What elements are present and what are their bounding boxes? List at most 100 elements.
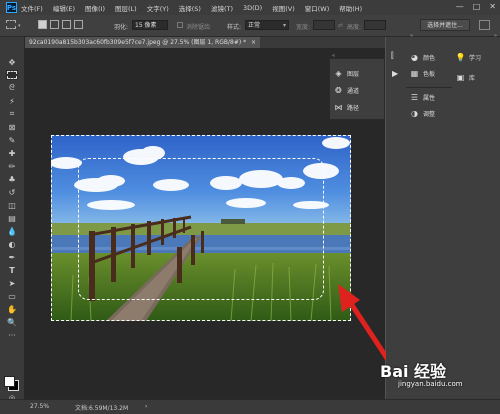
feathered-selection[interactable] [78, 158, 324, 300]
panel-dock-learn: » 💡 学习 ▣ 库 [452, 33, 500, 399]
lasso-tool-icon[interactable]: ᘓ [6, 83, 18, 93]
chevron-down-icon: ▾ [282, 22, 286, 29]
menu-type[interactable]: 文字(Y) [147, 3, 169, 13]
height-input[interactable] [364, 20, 386, 30]
swap-icon[interactable]: ⇄ [338, 22, 343, 29]
menu-select[interactable]: 选择(S) [179, 3, 201, 13]
path-selection-icon[interactable]: ➤ [6, 278, 18, 288]
status-menu-arrow[interactable]: › [145, 403, 147, 410]
zoom-tool-icon[interactable]: 🔍 [6, 317, 18, 327]
panel-layers-label: 图层 [347, 71, 360, 78]
watermark-url: jingyan.baidu.com [398, 380, 463, 388]
panel-libraries[interactable]: ▣ 库 [456, 73, 475, 82]
feather-label: 羽化: [114, 24, 129, 31]
document-title: 92ca0190a815b303ac60fb309e5f7ce7.jpeg @ … [29, 39, 247, 46]
crop-tool-icon[interactable]: ⌗ [6, 109, 18, 119]
baidu-logo: Bai 经验 [380, 362, 447, 381]
divider [406, 87, 452, 88]
gradient-tool-icon[interactable]: ▤ [6, 213, 18, 223]
foreground-color-swatch[interactable] [4, 376, 15, 387]
toolbox: ✥ ᘓ ⚡ ⌗ ⊠ ✎ ✚ ✏ ♣ ↺ ◫ ▤ 💧 ◐ ✒ T ➤ ▭ ✋ 🔍 … [0, 37, 25, 402]
panel-color[interactable]: ◕ 颜色 [410, 53, 435, 62]
more-tools-icon[interactable]: ··· [6, 330, 18, 340]
panel-learn-label: 学习 [469, 55, 482, 62]
color-icon: ◕ [411, 53, 418, 62]
clone-stamp-icon[interactable]: ♣ [6, 174, 18, 184]
menu-view[interactable]: 视图(V) [272, 3, 295, 13]
height-label: 高度: [347, 24, 362, 31]
eyedropper-icon[interactable]: ✎ [6, 135, 18, 145]
magic-wand-icon[interactable]: ⚡ [6, 96, 18, 106]
history-brush-icon[interactable]: ↺ [6, 187, 18, 197]
play-actions-icon[interactable]: ▶ [392, 69, 398, 78]
select-and-mask-button[interactable]: 选择并遮住... [420, 19, 470, 31]
zoom-level[interactable]: 27.5% [30, 403, 49, 410]
eraser-icon[interactable]: ◫ [6, 200, 18, 210]
document-tab[interactable]: 92ca0190a815b303ac60fb309e5f7ce7.jpeg @ … [25, 37, 261, 48]
maximize-button[interactable]: □ [473, 2, 481, 11]
document-size: 文档:6.59M/13.2M [75, 405, 129, 412]
panel-channels[interactable]: ❂ 通道 [334, 86, 359, 95]
subtract-selection-icon[interactable] [62, 20, 71, 29]
collapse-icon[interactable]: « [332, 53, 335, 59]
menu-filter[interactable]: 滤镜(T) [211, 3, 233, 13]
panel-swatches[interactable]: ▦ 色板 [410, 69, 435, 78]
healing-brush-icon[interactable]: ✚ [6, 148, 18, 158]
panel-adjustments-label: 调整 [423, 111, 436, 118]
marquee-preset-icon[interactable] [6, 20, 16, 29]
rectangle-tool-icon[interactable]: ▭ [6, 291, 18, 301]
menu-file[interactable]: 文件(F) [21, 3, 43, 13]
learn-icon: 💡 [455, 53, 466, 62]
hand-tool-icon[interactable]: ✋ [6, 304, 18, 314]
paths-icon: ⋈ [334, 103, 343, 112]
width-input[interactable] [313, 20, 335, 30]
panel-layers[interactable]: ◈ 图层 [334, 69, 359, 78]
move-tool-icon[interactable]: ✥ [6, 57, 18, 67]
style-select[interactable]: 正常 ▾ [245, 20, 289, 30]
feather-input[interactable]: 15 像素 [132, 20, 168, 30]
panel-channels-label: 通道 [347, 88, 360, 95]
close-button[interactable]: ✕ [489, 2, 496, 11]
minimize-button[interactable]: — [456, 2, 464, 11]
collapse-icon[interactable]: » [494, 33, 497, 39]
collapse-icon[interactable]: « [410, 33, 413, 39]
menu-image[interactable]: 图像(I) [85, 3, 105, 13]
dodge-tool-icon[interactable]: ◐ [6, 239, 18, 249]
panel-libraries-label: 库 [469, 75, 476, 82]
panel-learn[interactable]: 💡 学习 [455, 53, 482, 62]
menu-edit[interactable]: 编辑(E) [53, 3, 75, 13]
panel-color-label: 颜色 [423, 55, 436, 62]
panel-paths[interactable]: ⋈ 路径 [334, 103, 360, 112]
adjustments-icon: ◑ [411, 109, 418, 118]
panel-adjustments[interactable]: ◑ 调整 [410, 109, 435, 118]
marquee-tool-icon[interactable] [6, 70, 18, 80]
frame-tool-icon[interactable]: ⊠ [6, 122, 18, 132]
panel-dock-color: « ◕ 颜色 ▦ 色板 ☰ 属性 ◑ 调整 [406, 33, 453, 399]
intersect-selection-icon[interactable] [74, 20, 83, 29]
antialias-label: 消除锯齿 [186, 24, 211, 31]
brush-tool-icon[interactable]: ✏ [6, 161, 18, 171]
chevron-down-icon[interactable]: ▾ [18, 23, 21, 29]
style-value: 正常 [248, 22, 261, 29]
close-tab-icon[interactable]: × [251, 39, 256, 46]
menu-3d[interactable]: 3D(D) [243, 4, 262, 12]
panel-properties[interactable]: ☰ 属性 [410, 93, 435, 102]
blur-tool-icon[interactable]: 💧 [6, 226, 18, 236]
history-icon[interactable]: ⫿ [391, 51, 394, 61]
photoshop-logo: Ps [6, 2, 17, 13]
new-selection-icon[interactable] [38, 20, 47, 29]
style-label: 样式: [227, 24, 242, 31]
antialias-checkbox[interactable] [177, 22, 183, 28]
menu-layer[interactable]: 图层(L) [115, 3, 137, 13]
panel-properties-label: 属性 [423, 95, 436, 102]
menu-window[interactable]: 窗口(W) [305, 3, 330, 13]
properties-icon: ☰ [410, 93, 419, 102]
pen-tool-icon[interactable]: ✒ [6, 252, 18, 262]
menu-help[interactable]: 帮助(H) [339, 3, 362, 13]
add-selection-icon[interactable] [50, 20, 59, 29]
channels-icon: ❂ [335, 86, 342, 95]
workspace-icon[interactable] [479, 20, 490, 30]
watermark: Bai 经验 jingyan.baidu.com [380, 358, 498, 398]
type-tool-icon[interactable]: T [6, 265, 18, 275]
panel-dock-layers: « ◈ 图层 ❂ 通道 ⋈ 路径 [329, 53, 385, 120]
